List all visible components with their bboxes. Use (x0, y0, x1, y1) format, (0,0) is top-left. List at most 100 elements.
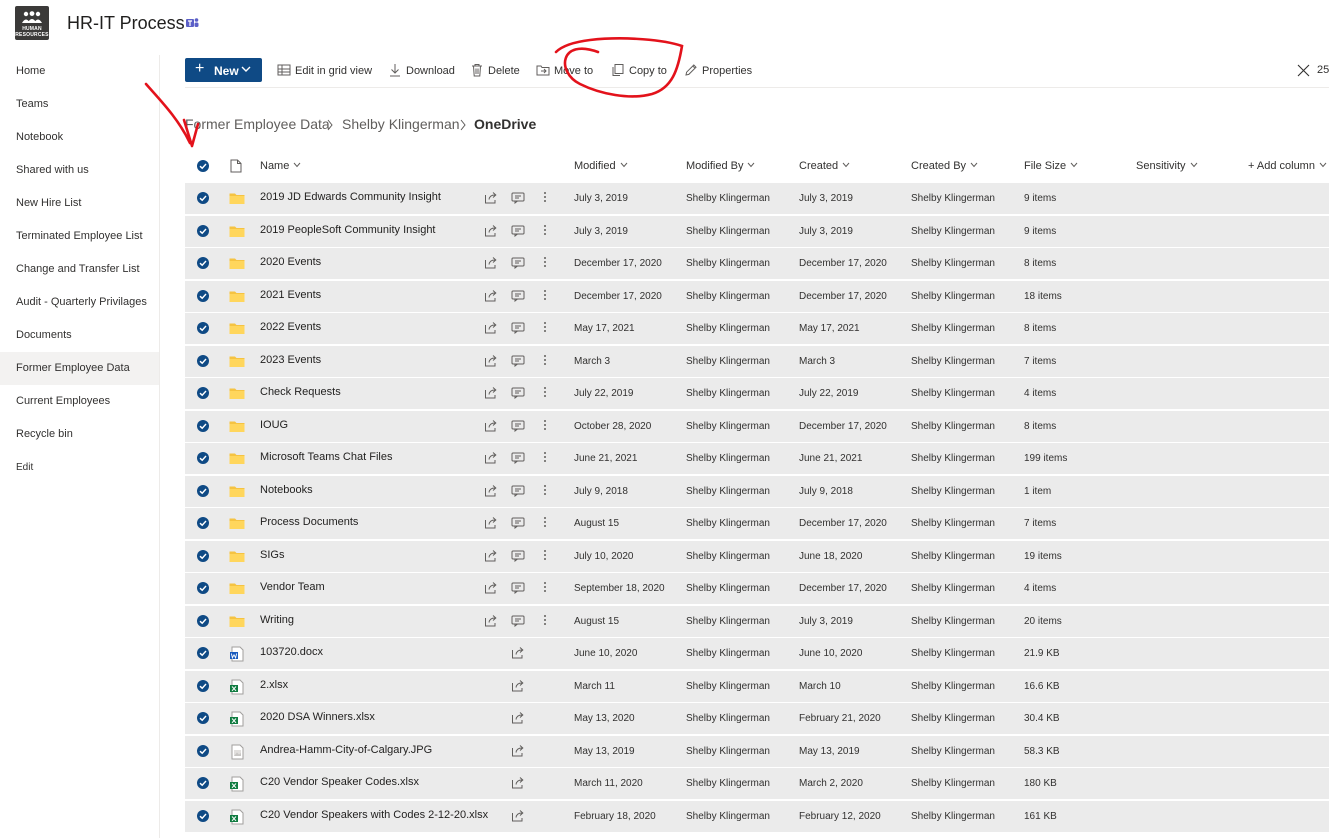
created-by-cell[interactable]: Shelby Klingerman (911, 486, 995, 497)
close-icon[interactable] (1297, 64, 1310, 77)
modified-by-cell[interactable]: Shelby Klingerman (686, 778, 770, 789)
share-icon[interactable] (484, 419, 498, 435)
table-row[interactable]: C20 Vendor Speakers with Codes 2-12-20.x… (185, 800, 1329, 832)
more-options-icon[interactable] (543, 484, 547, 499)
table-row[interactable]: 103720.docx June 10, 2020 Shelby Klingerma… (185, 638, 1329, 669)
row-checkbox[interactable] (197, 777, 209, 792)
table-row[interactable]: Check Requests July 22, 2019 Shelby Klinge… (185, 378, 1329, 409)
row-checkbox[interactable] (197, 354, 209, 370)
share-icon[interactable] (484, 256, 498, 272)
teams-chat-icon[interactable] (511, 191, 525, 207)
row-checkbox[interactable] (197, 419, 209, 435)
nav-item-audit-quarterly-privilages[interactable]: Audit - Quarterly Privilages (0, 286, 159, 319)
teams-chat-icon[interactable] (511, 256, 525, 272)
table-row[interactable]: 2023 Events March 3 Shelby Klingerman March… (185, 345, 1329, 377)
modified-by-cell[interactable]: Shelby Klingerman (686, 713, 770, 724)
created-by-cell[interactable]: Shelby Klingerman (911, 421, 995, 432)
table-row[interactable]: Process Documents August 15 Shelby Klinger… (185, 508, 1329, 539)
nav-item-former-employee-data[interactable]: Former Employee Data (0, 352, 159, 385)
column-header-name[interactable]: Name (260, 160, 301, 172)
nav-item-terminated-employee-list[interactable]: Terminated Employee List (0, 220, 159, 253)
more-options-icon[interactable] (543, 191, 547, 206)
file-name[interactable]: 103720.docx (260, 646, 323, 658)
created-by-cell[interactable]: Shelby Klingerman (911, 681, 995, 692)
modified-by-cell[interactable]: Shelby Klingerman (686, 453, 770, 464)
table-row[interactable]: 2022 Events May 17, 2021 Shelby Klingerman… (185, 313, 1329, 344)
created-by-cell[interactable]: Shelby Klingerman (911, 193, 995, 204)
row-checkbox[interactable] (197, 744, 209, 760)
row-checkbox[interactable] (197, 712, 209, 727)
column-header-created-by[interactable]: Created By (911, 160, 978, 172)
file-name[interactable]: Process Documents (260, 516, 358, 528)
column-header-modified[interactable]: Modified (574, 160, 628, 172)
row-checkbox[interactable] (197, 679, 209, 695)
table-row[interactable]: IOUG October 28, 2020 Shelby Klingerman Dec… (185, 410, 1329, 442)
teams-chat-icon[interactable] (511, 289, 525, 305)
teams-chat-icon[interactable] (511, 484, 525, 500)
modified-by-cell[interactable]: Shelby Klingerman (686, 388, 770, 399)
share-icon[interactable] (511, 744, 525, 760)
table-row[interactable]: 2020 Events December 17, 2020 Shelby Kling… (185, 248, 1329, 279)
table-row[interactable]: Andrea-Hamm-City-of-Calgary.JPG May 13, 2… (185, 735, 1329, 767)
file-name[interactable]: 2021 Events (260, 289, 321, 301)
created-by-cell[interactable]: Shelby Klingerman (911, 356, 995, 367)
teams-chat-icon[interactable] (511, 354, 525, 370)
table-row[interactable]: 2020 DSA Winners.xlsx May 13, 2020 Shelby … (185, 703, 1329, 734)
created-by-cell[interactable]: Shelby Klingerman (911, 323, 995, 334)
teams-chat-icon[interactable] (511, 419, 525, 435)
file-name[interactable]: 2023 Events (260, 354, 321, 366)
file-name[interactable]: Notebooks (260, 484, 313, 496)
share-icon[interactable] (511, 646, 525, 662)
table-row[interactable]: 2019 PeopleSoft Community Insight July 3,… (185, 215, 1329, 247)
more-options-icon[interactable] (543, 354, 547, 369)
file-name[interactable]: Vendor Team (260, 581, 325, 593)
share-icon[interactable] (511, 711, 525, 727)
column-header-modified-by[interactable]: Modified By (686, 160, 755, 172)
table-row[interactable]: Notebooks July 9, 2018 Shelby Klingerman Ju… (185, 475, 1329, 507)
row-checkbox[interactable] (197, 647, 209, 662)
site-title[interactable]: HR-IT Process (67, 13, 185, 34)
row-checkbox[interactable] (197, 387, 209, 402)
created-by-cell[interactable]: Shelby Klingerman (911, 291, 995, 302)
breadcrumb-item-former-employee-data[interactable]: Former Employee Data (185, 116, 330, 132)
file-name[interactable]: C20 Vendor Speakers with Codes 2-12-20.x… (260, 809, 488, 821)
created-by-cell[interactable]: Shelby Klingerman (911, 778, 995, 789)
add-column-button[interactable]: + Add column (1248, 160, 1327, 172)
modified-by-cell[interactable]: Shelby Klingerman (686, 681, 770, 692)
share-icon[interactable] (484, 549, 498, 565)
share-icon[interactable] (484, 321, 498, 337)
modified-by-cell[interactable]: Shelby Klingerman (686, 291, 770, 302)
file-name[interactable]: Check Requests (260, 386, 341, 398)
more-options-icon[interactable] (543, 224, 547, 239)
more-options-icon[interactable] (543, 419, 547, 434)
modified-by-cell[interactable]: Shelby Klingerman (686, 648, 770, 659)
file-name[interactable]: Andrea-Hamm-City-of-Calgary.JPG (260, 744, 432, 756)
row-checkbox[interactable] (197, 192, 209, 207)
share-icon[interactable] (484, 386, 498, 402)
modified-by-cell[interactable]: Shelby Klingerman (686, 518, 770, 529)
more-options-icon[interactable] (543, 386, 547, 401)
nav-item-shared-with-us[interactable]: Shared with us (0, 154, 159, 187)
teams-chat-icon[interactable] (511, 516, 525, 532)
modified-by-cell[interactable]: Shelby Klingerman (686, 583, 770, 594)
row-checkbox[interactable] (197, 484, 209, 500)
more-options-icon[interactable] (543, 516, 547, 531)
share-icon[interactable] (484, 516, 498, 532)
modified-by-cell[interactable]: Shelby Klingerman (686, 421, 770, 432)
table-row[interactable]: Writing August 15 Shelby Klingerman July 3,… (185, 605, 1329, 637)
created-by-cell[interactable]: Shelby Klingerman (911, 811, 995, 822)
teams-icon[interactable] (186, 17, 199, 29)
row-checkbox[interactable] (197, 809, 209, 825)
created-by-cell[interactable]: Shelby Klingerman (911, 226, 995, 237)
modified-by-cell[interactable]: Shelby Klingerman (686, 486, 770, 497)
created-by-cell[interactable]: Shelby Klingerman (911, 713, 995, 724)
nav-item-current-employees[interactable]: Current Employees (0, 385, 159, 418)
nav-item-teams[interactable]: Teams (0, 88, 159, 121)
share-icon[interactable] (484, 451, 498, 467)
share-icon[interactable] (484, 581, 498, 597)
row-checkbox[interactable] (197, 224, 209, 240)
nav-item-home[interactable]: Home (0, 55, 159, 88)
file-name[interactable]: SIGs (260, 549, 284, 561)
created-by-cell[interactable]: Shelby Klingerman (911, 746, 995, 757)
nav-item-documents[interactable]: Documents (0, 319, 159, 352)
